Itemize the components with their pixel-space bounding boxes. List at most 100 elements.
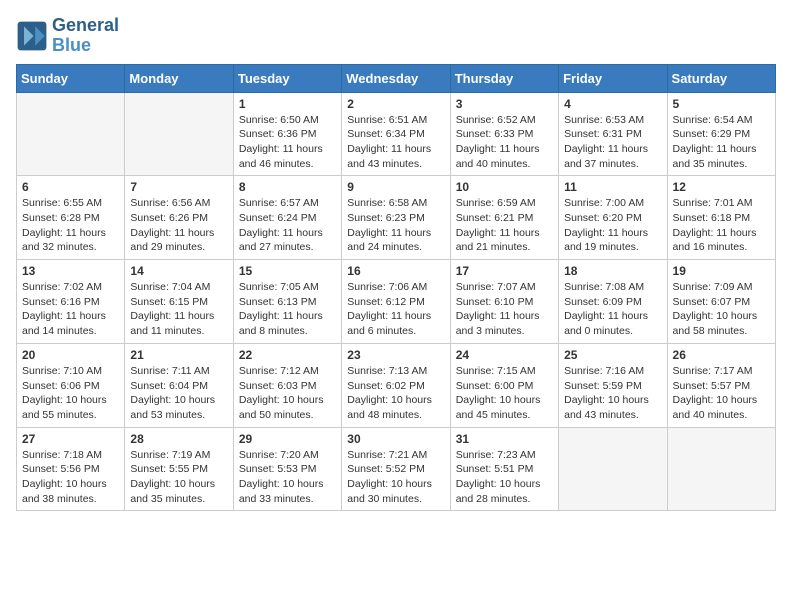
day-info: Sunset: 5:56 PM xyxy=(22,462,119,477)
day-info: Sunset: 6:21 PM xyxy=(456,211,553,226)
weekday-header: Tuesday xyxy=(233,64,341,92)
day-info: Daylight: 11 hours and 43 minutes. xyxy=(347,142,444,171)
day-info: Daylight: 11 hours and 37 minutes. xyxy=(564,142,661,171)
day-number: 13 xyxy=(22,264,119,278)
calendar-day-cell: 31Sunrise: 7:23 AMSunset: 5:51 PMDayligh… xyxy=(450,427,558,511)
weekday-header-row: SundayMondayTuesdayWednesdayThursdayFrid… xyxy=(17,64,776,92)
day-info: Sunrise: 6:53 AM xyxy=(564,113,661,128)
day-info: Sunset: 6:16 PM xyxy=(22,295,119,310)
day-info: Daylight: 11 hours and 11 minutes. xyxy=(130,309,227,338)
day-info: Sunset: 6:13 PM xyxy=(239,295,336,310)
day-info: Daylight: 11 hours and 21 minutes. xyxy=(456,226,553,255)
calendar-day-cell: 8Sunrise: 6:57 AMSunset: 6:24 PMDaylight… xyxy=(233,176,341,260)
weekday-header: Wednesday xyxy=(342,64,450,92)
day-info: Sunset: 6:31 PM xyxy=(564,127,661,142)
day-info: Daylight: 11 hours and 35 minutes. xyxy=(673,142,770,171)
calendar-day-cell: 12Sunrise: 7:01 AMSunset: 6:18 PMDayligh… xyxy=(667,176,775,260)
day-number: 21 xyxy=(130,348,227,362)
day-info: Daylight: 11 hours and 3 minutes. xyxy=(456,309,553,338)
day-info: Sunset: 5:55 PM xyxy=(130,462,227,477)
day-number: 1 xyxy=(239,97,336,111)
day-info: Sunrise: 6:54 AM xyxy=(673,113,770,128)
day-number: 15 xyxy=(239,264,336,278)
day-info: Daylight: 10 hours and 43 minutes. xyxy=(564,393,661,422)
calendar-day-cell: 18Sunrise: 7:08 AMSunset: 6:09 PMDayligh… xyxy=(559,260,667,344)
day-info: Sunrise: 6:58 AM xyxy=(347,196,444,211)
calendar-day-cell: 3Sunrise: 6:52 AMSunset: 6:33 PMDaylight… xyxy=(450,92,558,176)
calendar-day-cell: 11Sunrise: 7:00 AMSunset: 6:20 PMDayligh… xyxy=(559,176,667,260)
day-info: Sunset: 6:12 PM xyxy=(347,295,444,310)
day-info: Sunrise: 7:08 AM xyxy=(564,280,661,295)
weekday-header: Thursday xyxy=(450,64,558,92)
calendar-day-cell: 10Sunrise: 6:59 AMSunset: 6:21 PMDayligh… xyxy=(450,176,558,260)
calendar-day-cell: 13 Sunrise: 7:02 AMSunset: 6:16 PMDayligh… xyxy=(17,260,125,344)
calendar-day-cell: 25Sunrise: 7:16 AMSunset: 5:59 PMDayligh… xyxy=(559,343,667,427)
day-number: 30 xyxy=(347,432,444,446)
calendar-day-cell: 2Sunrise: 6:51 AMSunset: 6:34 PMDaylight… xyxy=(342,92,450,176)
calendar-day-cell xyxy=(667,427,775,511)
calendar-day-cell: 15Sunrise: 7:05 AMSunset: 6:13 PMDayligh… xyxy=(233,260,341,344)
calendar-week-row: 27Sunrise: 7:18 AMSunset: 5:56 PMDayligh… xyxy=(17,427,776,511)
day-number: 17 xyxy=(456,264,553,278)
calendar-week-row: 1Sunrise: 6:50 AMSunset: 6:36 PMDaylight… xyxy=(17,92,776,176)
day-info: Sunset: 5:51 PM xyxy=(456,462,553,477)
day-info: Daylight: 10 hours and 48 minutes. xyxy=(347,393,444,422)
day-info: Sunset: 5:52 PM xyxy=(347,462,444,477)
day-info: Daylight: 10 hours and 58 minutes. xyxy=(673,309,770,338)
calendar-day-cell: 4 Sunrise: 6:53 AMSunset: 6:31 PMDaylight… xyxy=(559,92,667,176)
day-info: Sunset: 6:10 PM xyxy=(456,295,553,310)
day-info: Sunrise: 7:09 AM xyxy=(673,280,770,295)
day-info: Sunset: 6:33 PM xyxy=(456,127,553,142)
day-info: Sunset: 6:15 PM xyxy=(130,295,227,310)
day-info: Sunrise: 7:04 AM xyxy=(130,280,227,295)
day-info: Daylight: 11 hours and 19 minutes. xyxy=(564,226,661,255)
day-number: 28 xyxy=(130,432,227,446)
day-info: Daylight: 10 hours and 38 minutes. xyxy=(22,477,119,506)
calendar-week-row: 6Sunrise: 6:55 AMSunset: 6:28 PMDaylight… xyxy=(17,176,776,260)
day-info: Daylight: 11 hours and 14 minutes. xyxy=(22,309,119,338)
calendar-body: 1Sunrise: 6:50 AMSunset: 6:36 PMDaylight… xyxy=(17,92,776,511)
day-info: Daylight: 10 hours and 28 minutes. xyxy=(456,477,553,506)
day-info: Sunset: 6:26 PM xyxy=(130,211,227,226)
day-info: Daylight: 11 hours and 32 minutes. xyxy=(22,226,119,255)
day-info: Sunset: 6:24 PM xyxy=(239,211,336,226)
weekday-header: Monday xyxy=(125,64,233,92)
day-info: Sunrise: 7:12 AM xyxy=(239,364,336,379)
day-number: 4 xyxy=(564,97,661,111)
day-info: Sunrise: 7:06 AM xyxy=(347,280,444,295)
day-info: Daylight: 10 hours and 30 minutes. xyxy=(347,477,444,506)
day-info: Sunrise: 7:11 AM xyxy=(130,364,227,379)
calendar-day-cell xyxy=(125,92,233,176)
day-number: 5 xyxy=(673,97,770,111)
logo-text: General Blue xyxy=(52,16,119,56)
day-number: 7 xyxy=(130,180,227,194)
day-info: Sunset: 6:36 PM xyxy=(239,127,336,142)
calendar-day-cell: 7Sunrise: 6:56 AMSunset: 6:26 PMDaylight… xyxy=(125,176,233,260)
calendar-table: SundayMondayTuesdayWednesdayThursdayFrid… xyxy=(16,64,776,512)
day-info: Daylight: 11 hours and 6 minutes. xyxy=(347,309,444,338)
day-info: Sunset: 6:28 PM xyxy=(22,211,119,226)
calendar-day-cell: 27Sunrise: 7:18 AMSunset: 5:56 PMDayligh… xyxy=(17,427,125,511)
day-info: Sunrise: 7:17 AM xyxy=(673,364,770,379)
day-info: Daylight: 11 hours and 8 minutes. xyxy=(239,309,336,338)
day-number: 22 xyxy=(239,348,336,362)
day-info: Daylight: 11 hours and 24 minutes. xyxy=(347,226,444,255)
day-info: Daylight: 10 hours and 40 minutes. xyxy=(673,393,770,422)
day-info: Daylight: 11 hours and 0 minutes. xyxy=(564,309,661,338)
day-info: Daylight: 11 hours and 40 minutes. xyxy=(456,142,553,171)
day-info: Sunrise: 7:02 AM xyxy=(22,280,119,295)
day-info: Sunrise: 6:55 AM xyxy=(22,196,119,211)
day-info: Sunrise: 7:10 AM xyxy=(22,364,119,379)
calendar-day-cell: 23Sunrise: 7:13 AMSunset: 6:02 PMDayligh… xyxy=(342,343,450,427)
day-info: Sunset: 5:59 PM xyxy=(564,379,661,394)
day-info: Daylight: 10 hours and 45 minutes. xyxy=(456,393,553,422)
day-number: 3 xyxy=(456,97,553,111)
day-number: 14 xyxy=(130,264,227,278)
day-number: 20 xyxy=(22,348,119,362)
day-number: 25 xyxy=(564,348,661,362)
weekday-header: Sunday xyxy=(17,64,125,92)
calendar-day-cell: 5Sunrise: 6:54 AMSunset: 6:29 PMDaylight… xyxy=(667,92,775,176)
day-number: 29 xyxy=(239,432,336,446)
day-info: Daylight: 11 hours and 16 minutes. xyxy=(673,226,770,255)
calendar-day-cell: 1Sunrise: 6:50 AMSunset: 6:36 PMDaylight… xyxy=(233,92,341,176)
